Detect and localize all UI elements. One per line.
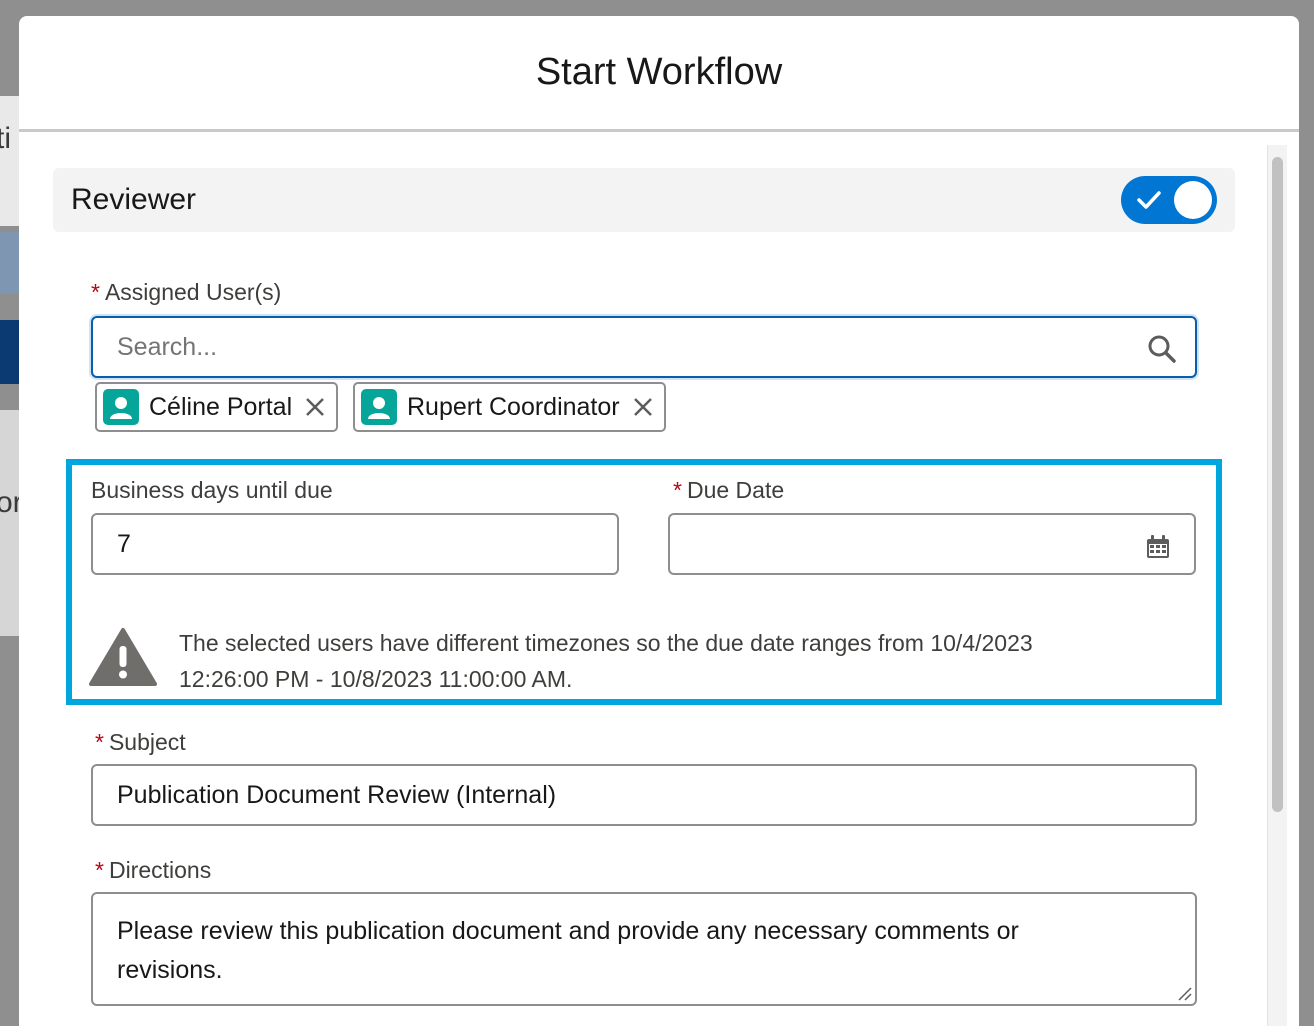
directions-text-line-2: revisions. [117, 956, 223, 984]
background-text-fragment-1: ti [0, 122, 11, 155]
subject-label: * Subject [95, 729, 186, 755]
close-icon[interactable] [304, 396, 326, 418]
section-title: Reviewer [71, 183, 197, 216]
user-avatar-icon [361, 389, 397, 425]
business-days-input[interactable]: 7 [91, 513, 619, 575]
assigned-users-search-input[interactable]: Search... [91, 316, 1197, 378]
subject-input[interactable]: Publication Document Review (Internal) [91, 764, 1197, 826]
background-page-strip-2 [0, 232, 20, 294]
required-marker: * [673, 477, 682, 503]
warning-icon [89, 628, 157, 686]
resize-grip-icon[interactable] [1176, 985, 1192, 1001]
selected-user-pill[interactable]: Rupert Coordinator [353, 382, 666, 432]
due-date-label: * Due Date [673, 477, 785, 503]
search-icon [1148, 335, 1176, 363]
scrollbar-thumb[interactable] [1272, 157, 1283, 812]
modal-body: Reviewer * Assigned User(s) Search... Cé… [19, 135, 1299, 1026]
pill-label: Rupert Coordinator [407, 392, 620, 421]
start-workflow-modal: Start Workflow Reviewer * Assigned User(s… [19, 16, 1299, 1026]
reviewer-toggle[interactable] [1121, 176, 1217, 224]
selected-user-pill[interactable]: Céline Portal [95, 382, 339, 432]
background-page-strip-4 [0, 410, 20, 636]
business-days-value: 7 [117, 529, 131, 558]
calendar-icon[interactable] [1144, 533, 1172, 561]
search-placeholder: Search... [117, 332, 218, 361]
warning-text-line-2: 12:26:00 PM - 10/8/2023 11:00:00 AM. [179, 666, 573, 692]
warning-text-line-1: The selected users have different timezo… [179, 630, 1033, 656]
business-days-label: Business days until due [91, 477, 333, 503]
directions-text-line-1: Please review this publication document … [117, 917, 1019, 945]
timezone-warning-text: The selected users have different timezo… [179, 625, 1159, 697]
due-date-input[interactable] [668, 513, 1196, 575]
background-page-strip-3 [0, 320, 20, 384]
user-avatar-icon [103, 389, 139, 425]
pill-label: Céline Portal [149, 392, 293, 421]
check-icon [1137, 191, 1161, 209]
directions-label: * Directions [95, 857, 212, 883]
required-marker: * [91, 279, 100, 305]
required-marker: * [95, 729, 104, 755]
close-icon[interactable] [632, 396, 654, 418]
background-page-strip-1 [0, 96, 20, 226]
toggle-knob [1174, 181, 1212, 219]
modal-scrollbar[interactable] [1267, 145, 1287, 1026]
directions-textarea[interactable]: Please review this publication document … [91, 892, 1197, 1006]
subject-value: Publication Document Review (Internal) [117, 780, 557, 809]
required-marker: * [95, 857, 104, 883]
reviewer-section-header: Reviewer [53, 168, 1235, 232]
modal-title: Start Workflow [535, 51, 783, 93]
modal-header: Start Workflow [19, 16, 1299, 132]
assigned-users-label: * Assigned User(s) [91, 279, 282, 305]
